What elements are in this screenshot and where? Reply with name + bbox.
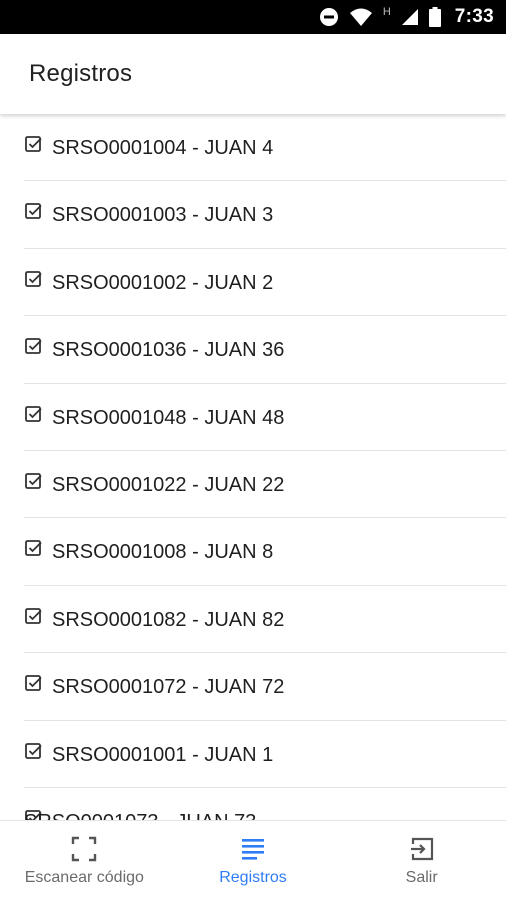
records-list: SRSO0001004 - JUAN 4 SRSO0001003 - JUAN …	[0, 114, 506, 820]
record-label: SRSO0001004 - JUAN 4	[52, 137, 274, 159]
checkbox-icon	[24, 742, 44, 762]
list-item[interactable]: SRSO0001082 - JUAN 82	[24, 586, 506, 654]
record-label: SRSO0001003 - JUAN 3	[52, 204, 274, 227]
list-item[interactable]: SRSO0001004 - JUAN 4	[24, 114, 506, 182]
page-title: Registros	[29, 60, 133, 87]
record-label: SRSO0001073 - JUAN 73	[24, 811, 256, 820]
list-item[interactable]: SRSO0001036 - JUAN 36	[24, 316, 506, 384]
nav-label-salir: Salir	[405, 869, 438, 886]
checkbox-icon	[24, 135, 44, 155]
checkbox-icon	[24, 405, 44, 425]
checkbox-icon	[24, 539, 44, 559]
checkbox-icon	[24, 472, 44, 492]
record-label: SRSO0001036 - JUAN 36	[52, 339, 285, 362]
nav-label-scan: Escanear código	[24, 869, 144, 886]
record-label: SRSO0001082 - JUAN 82	[52, 608, 285, 631]
bottom-navigation: Escanear código Registros Salir	[0, 820, 506, 900]
wifi-icon	[349, 7, 373, 27]
nav-item-salir[interactable]: Salir	[337, 821, 506, 900]
checkbox-icon	[24, 202, 44, 222]
status-bar: H 7:33	[0, 0, 506, 34]
record-label: SRSO0001022 - JUAN 22	[52, 473, 285, 496]
record-label: SRSO0001008 - JUAN 8	[52, 541, 274, 564]
nav-item-registros[interactable]: Registros	[169, 821, 338, 900]
signal-icon	[401, 8, 419, 26]
nav-item-scan[interactable]: Escanear código	[0, 821, 169, 900]
app-bar: Registros	[0, 34, 506, 114]
checkbox-icon	[24, 270, 44, 290]
list-item[interactable]: SRSO0001022 - JUAN 22	[24, 451, 506, 519]
status-time: 7:33	[454, 6, 494, 27]
list-item[interactable]: SRSO0001003 - JUAN 3	[24, 181, 506, 249]
record-label: SRSO0001072 - JUAN 72	[52, 676, 285, 699]
checkbox-icon	[24, 674, 44, 694]
scan-frame-icon	[70, 835, 98, 863]
do-not-disturb-icon	[319, 7, 339, 27]
list-item[interactable]: SRSO0001008 - JUAN 8	[24, 518, 506, 586]
record-label: SRSO0001048 - JUAN 48	[52, 406, 285, 429]
list-item[interactable]: SRSO0001073 - JUAN 73	[24, 788, 506, 820]
checkbox-icon	[24, 607, 44, 627]
list-item[interactable]: SRSO0001001 - JUAN 1	[24, 721, 506, 788]
nav-label-registros: Registros	[219, 869, 287, 886]
battery-icon	[428, 7, 441, 27]
network-type-indicator: H	[382, 6, 391, 18]
list-icon	[239, 835, 267, 863]
record-label: SRSO0001002 - JUAN 2	[52, 271, 274, 294]
list-item[interactable]: SRSO0001072 - JUAN 72	[24, 653, 506, 721]
list-item[interactable]: SRSO0001048 - JUAN 48	[24, 384, 506, 451]
checkbox-icon	[24, 337, 44, 357]
record-label: SRSO0001001 - JUAN 1	[52, 743, 274, 766]
exit-icon	[408, 835, 436, 863]
list-item[interactable]: SRSO0001002 - JUAN 2	[24, 249, 506, 317]
